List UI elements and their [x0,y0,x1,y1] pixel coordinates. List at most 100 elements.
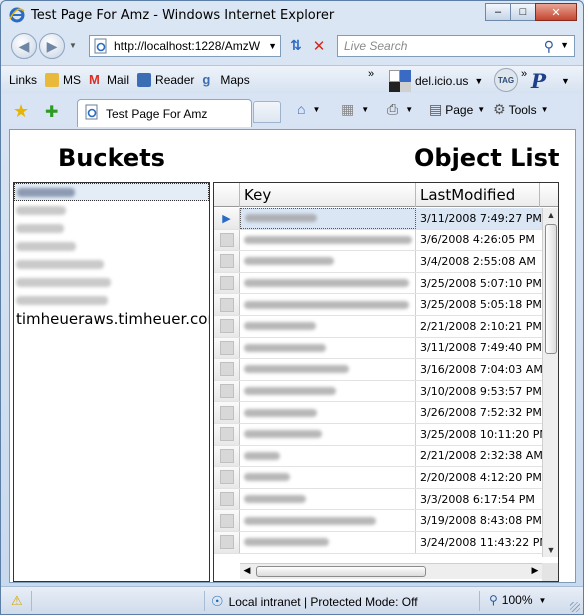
toolbar-overflow-icon[interactable]: » [521,68,527,80]
tag-button[interactable]: TAG [494,68,518,92]
header-select-column[interactable] [214,183,240,207]
object-grid[interactable]: Key LastModified ▶ 3/11/2008 7:49:27 PM 3/… [213,182,559,582]
horizontal-scroll-thumb[interactable] [256,566,426,577]
scroll-left-icon[interactable]: ◀ [240,565,254,576]
link-ms[interactable]: MS [45,72,81,87]
lastmodified-cell[interactable]: 3/10/2008 9:53:57 PM [416,381,542,402]
links-overflow-icon[interactable]: » [368,68,374,80]
horizontal-scrollbar[interactable]: ◀ ▶ [240,563,542,579]
key-cell[interactable] [240,510,416,531]
lastmodified-cell[interactable]: 3/4/2008 2:55:08 AM [416,251,542,272]
feeds-dropdown-icon[interactable]: ▼ [361,105,369,114]
recent-pages-dropdown-icon[interactable]: ▼ [69,41,77,50]
print-dropdown-icon[interactable]: ▼ [405,105,413,114]
feeds-button[interactable]: ▦ ▼ [341,101,369,118]
key-cell[interactable] [240,315,416,337]
warning-icon[interactable]: ⚠ [11,593,23,609]
search-box[interactable]: Live Search ⚲ ▼ [337,35,575,57]
scroll-up-icon[interactable]: ▲ [543,208,558,222]
key-cell[interactable] [240,467,416,488]
delicious-dropdown-icon[interactable]: ▼ [474,76,483,86]
link-mail[interactable]: M Mail [89,72,129,87]
maximize-button[interactable]: □ [510,3,536,21]
minimize-button[interactable]: – [485,3,511,21]
tools-menu-dropdown-icon[interactable]: ▼ [541,105,549,114]
key-cell[interactable] [240,445,416,467]
page-menu-button[interactable]: ▤ Page ▼ [429,101,485,118]
row-selector[interactable]: ▶ [214,208,240,229]
bucket-item[interactable] [14,219,209,237]
lastmodified-cell[interactable]: 3/26/2008 7:52:32 PM [416,402,542,423]
row-selector[interactable] [214,294,240,315]
paypal-dropdown-icon[interactable]: ▼ [561,76,570,86]
lastmodified-cell[interactable]: 3/19/2008 8:43:08 PM [416,510,542,531]
key-cell[interactable] [240,251,416,272]
table-row[interactable]: 3/16/2008 7:04:03 AM [214,359,543,381]
stop-button[interactable]: ✕ [309,37,329,55]
lastmodified-cell[interactable]: 3/25/2008 5:07:10 PM [416,273,542,294]
lastmodified-cell[interactable]: 3/24/2008 11:43:22 PM [416,532,549,553]
bucket-list[interactable]: timheueraws.timheuer.com [13,182,210,582]
table-row[interactable]: 2/21/2008 2:32:38 AM [214,445,543,468]
tools-menu-button[interactable]: ⚙ Tools ▼ [493,101,549,118]
lastmodified-cell[interactable]: 3/11/2008 7:49:40 PM [416,338,542,359]
bucket-item[interactable] [14,237,209,255]
key-cell[interactable] [240,488,416,510]
scroll-down-icon[interactable]: ▼ [543,543,558,557]
new-tab-button[interactable] [253,101,281,123]
page-menu-dropdown-icon[interactable]: ▼ [477,105,485,114]
paypal-icon[interactable]: P [531,69,546,93]
key-cell[interactable] [240,359,416,380]
row-selector[interactable] [214,337,240,359]
home-button[interactable]: ⌂ ▼ [297,101,320,117]
bucket-item[interactable] [14,291,209,309]
address-dropdown-icon[interactable]: ▼ [268,41,277,51]
table-row[interactable]: 3/19/2008 8:43:08 PM [214,510,542,532]
key-cell[interactable] [240,402,416,423]
table-row[interactable]: 3/11/2008 7:49:40 PM [214,337,542,360]
lastmodified-cell[interactable]: 3/25/2008 5:05:18 PM [416,294,542,315]
table-row[interactable]: 3/25/2008 10:11:20 PM [214,423,549,446]
key-cell[interactable] [240,423,416,445]
lastmodified-cell[interactable]: 3/25/2008 10:11:20 PM [416,424,549,445]
print-button[interactable]: ⎙ ▼ [387,101,413,118]
row-selector[interactable] [214,251,240,272]
row-selector[interactable] [214,488,240,510]
refresh-button[interactable]: ⇅ [286,37,306,55]
table-row[interactable]: 2/21/2008 2:10:21 PM [214,315,542,338]
row-selector[interactable] [214,315,240,337]
bucket-item-timheueraws[interactable]: timheueraws.timheuer.com [14,309,209,329]
key-cell[interactable] [240,208,416,229]
zoom-control[interactable]: ⚲ 100% ▼ [489,593,546,607]
table-row[interactable]: 3/10/2008 9:53:57 PM [214,380,542,403]
zoom-dropdown-icon[interactable]: ▼ [539,596,547,605]
vertical-scrollbar[interactable]: ▲ ▼ [542,208,558,557]
table-row[interactable]: ▶ 3/11/2008 7:49:27 PM [214,208,542,230]
table-row[interactable]: 3/6/2008 4:26:05 PM [214,229,542,252]
row-selector[interactable] [214,229,240,251]
row-selector[interactable] [214,272,240,294]
key-cell[interactable] [240,229,416,251]
forward-button[interactable]: ▶ [39,33,65,59]
favorites-star-icon[interactable]: ★ [13,101,29,122]
home-dropdown-icon[interactable]: ▼ [312,105,320,114]
link-maps[interactable]: g Maps [202,72,249,87]
table-row[interactable]: 3/25/2008 5:07:10 PM [214,272,542,295]
vertical-scroll-thumb[interactable] [545,224,557,354]
row-selector[interactable] [214,402,240,423]
table-row[interactable]: 3/4/2008 2:55:08 AM [214,251,542,273]
scroll-right-icon[interactable]: ▶ [528,565,542,576]
address-url[interactable]: http://localhost:1228/AmzW [114,39,264,53]
delicious-button[interactable]: del.icio.us ▼ [389,70,483,92]
row-selector[interactable] [214,380,240,402]
add-favorites-icon[interactable]: ✚ [45,102,58,122]
row-selector[interactable] [214,359,240,380]
key-cell[interactable] [240,294,416,315]
search-placeholder[interactable]: Live Search [344,39,407,53]
row-selector[interactable] [214,423,240,445]
lastmodified-cell[interactable]: 3/6/2008 4:26:05 PM [416,230,542,251]
bucket-item[interactable] [14,201,209,219]
search-icon[interactable]: ⚲ [544,38,554,55]
header-key[interactable]: Key [240,183,416,207]
header-lastmodified[interactable]: LastModified [416,183,540,207]
